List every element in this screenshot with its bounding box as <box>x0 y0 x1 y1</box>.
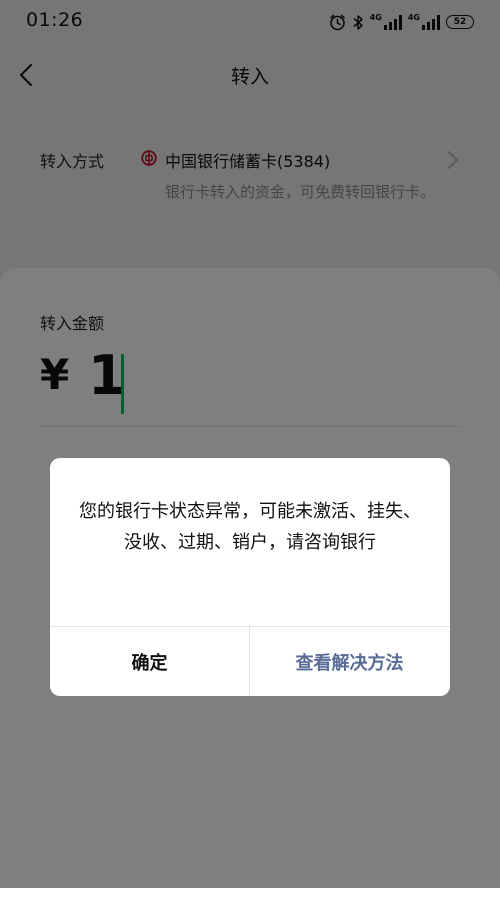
dialog-message: 您的银行卡状态异常，可能未激活、挂失、没收、过期、销户，请咨询银行 <box>79 501 421 553</box>
modal-overlay[interactable] <box>0 0 500 888</box>
app-screen: 01:26 4G <box>0 0 500 908</box>
view-solution-button[interactable]: 查看解决方法 <box>250 627 449 696</box>
confirm-button[interactable]: 确定 <box>50 627 249 696</box>
alert-dialog: 您的银行卡状态异常，可能未激活、挂失、没收、过期、销户，请咨询银行 确定 查看解… <box>50 458 450 696</box>
